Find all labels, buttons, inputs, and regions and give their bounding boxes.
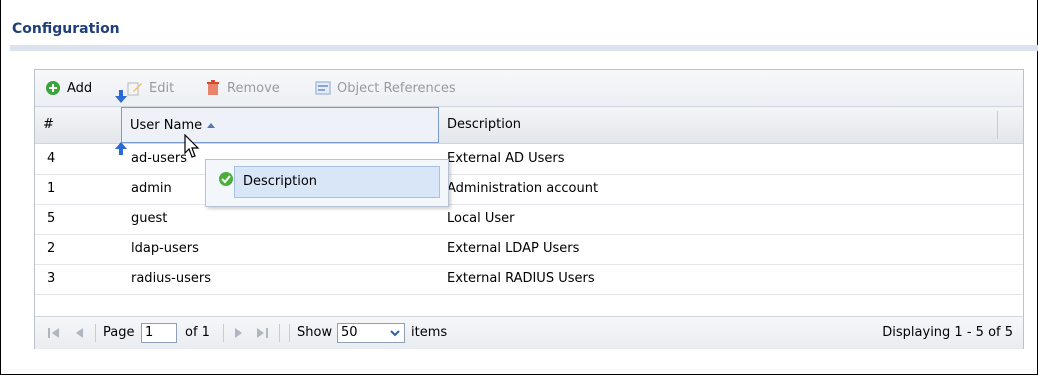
column-header-index-label: # <box>43 117 54 132</box>
column-header-user-name-label: User Name <box>130 118 203 133</box>
row-user-name: ad-users <box>131 151 188 166</box>
next-page-icon[interactable] <box>231 326 245 340</box>
pager-separator <box>223 324 224 342</box>
users-grid-panel: Add Edit Remove Object References # User… <box>34 69 1024 349</box>
table-row[interactable]: 5 guest Local User <box>35 204 1023 235</box>
table-row[interactable]: 2 ldap-users External LDAP Users <box>35 234 1023 265</box>
edit-icon <box>127 82 142 96</box>
cursor-hand-icon <box>184 134 200 158</box>
pager-separator <box>289 324 290 342</box>
row-description: External LDAP Users <box>447 241 580 256</box>
row-index: 5 <box>47 211 56 226</box>
drag-arrow-down-icon <box>115 90 127 103</box>
row-index: 2 <box>47 241 56 256</box>
page-title: Configuration <box>12 21 120 37</box>
object-references-label: Object References <box>337 80 456 96</box>
table-row[interactable]: 3 radius-users External RADIUS Users <box>35 264 1023 295</box>
check-icon <box>219 172 233 186</box>
last-page-icon[interactable] <box>255 326 269 340</box>
object-references-button[interactable]: Object References <box>315 76 456 100</box>
row-user-name: ldap-users <box>131 241 199 256</box>
pager-separator <box>279 324 280 342</box>
column-header-description[interactable]: Description <box>439 107 997 143</box>
page-count-label: of 1 <box>185 325 210 340</box>
page-size-select[interactable]: 50 <box>337 323 405 343</box>
dropdown-arrow-icon <box>390 330 400 337</box>
remove-icon <box>207 80 219 95</box>
row-index: 3 <box>47 271 56 286</box>
first-page-icon[interactable] <box>47 326 61 340</box>
table-row[interactable]: 1 admin Administration account <box>35 174 1023 205</box>
toolbar: Add Edit Remove Object References <box>35 70 1023 106</box>
add-button[interactable]: Add <box>45 76 92 100</box>
column-header-user-name[interactable]: User Name <box>121 107 439 143</box>
add-label: Add <box>67 80 93 96</box>
edit-button[interactable]: Edit <box>127 76 174 100</box>
prev-page-icon[interactable] <box>73 326 87 340</box>
column-separator <box>997 111 998 139</box>
remove-label: Remove <box>227 80 280 96</box>
row-description: External AD Users <box>447 151 565 166</box>
object-references-icon <box>315 81 331 95</box>
remove-button[interactable]: Remove <box>205 76 280 100</box>
column-visibility-menu: Description <box>205 159 449 207</box>
column-header-index[interactable]: # <box>35 107 121 143</box>
row-user-name: guest <box>131 211 168 226</box>
add-icon <box>46 81 60 95</box>
edit-label: Edit <box>149 80 175 96</box>
row-index: 4 <box>47 151 56 166</box>
column-header-description-label: Description <box>447 117 522 132</box>
page-label: Page <box>103 325 135 340</box>
row-description: External RADIUS Users <box>447 271 595 286</box>
title-divider <box>10 45 1038 51</box>
pagination-bar: Page 1 of 1 Show 50 items Displaying 1 -… <box>35 316 1023 349</box>
show-label: Show <box>297 325 333 340</box>
page-number-input[interactable]: 1 <box>141 323 177 343</box>
row-description: Administration account <box>447 181 599 196</box>
page-size-value: 50 <box>341 325 358 340</box>
row-user-name: admin <box>131 181 172 196</box>
sort-ascending-icon <box>207 123 216 128</box>
pager-separator <box>95 324 96 342</box>
displaying-summary: Displaying 1 - 5 of 5 <box>882 325 1013 340</box>
row-index: 1 <box>47 181 56 196</box>
row-user-name: radius-users <box>131 271 212 286</box>
items-label: items <box>411 325 448 340</box>
row-description: Local User <box>447 211 515 226</box>
column-toggle-description[interactable]: Description <box>234 166 440 198</box>
drag-arrow-up-icon <box>115 142 127 155</box>
